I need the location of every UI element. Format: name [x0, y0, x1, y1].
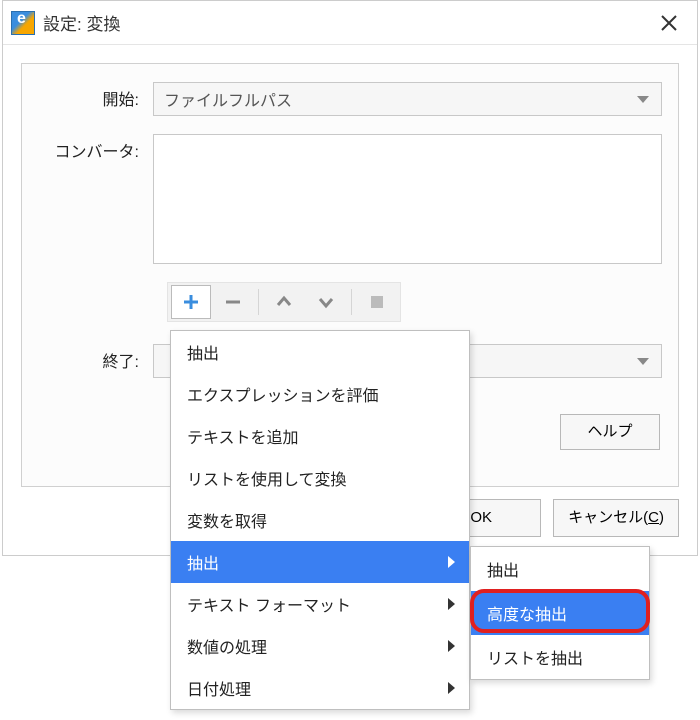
menu-item-label: 抽出: [187, 340, 219, 364]
titlebar: 設定: 変換: [3, 1, 697, 45]
window-title: 設定: 変換: [43, 10, 120, 35]
cancel-accelerator: C: [648, 509, 659, 526]
converter-label: コンバータ:: [38, 134, 153, 264]
help-button[interactable]: ヘルプ: [560, 414, 660, 450]
move-down-button[interactable]: [306, 285, 346, 319]
move-up-button[interactable]: [264, 285, 304, 319]
close-icon: [660, 14, 678, 32]
add-button[interactable]: [171, 285, 211, 319]
submenu-item-extract-list[interactable]: リストを抽出: [471, 635, 649, 679]
menu-item-label: 高度な抽出: [487, 601, 567, 625]
start-dropdown-value: ファイルフルパス: [164, 87, 292, 111]
plus-icon: [182, 293, 200, 311]
row-start: 開始: ファイルフルパス: [38, 82, 662, 116]
menu-item-date-processing[interactable]: 日付処理: [171, 667, 469, 709]
start-dropdown[interactable]: ファイルフルパス: [153, 82, 662, 116]
menu-item-label: テキストを追加: [187, 424, 299, 448]
menu-item-text-format[interactable]: テキスト フォーマット: [171, 583, 469, 625]
submenu-item-advanced-extract[interactable]: 高度な抽出: [471, 591, 649, 635]
menu-item-extract-submenu[interactable]: 抽出: [171, 541, 469, 583]
menu-item-label: テキスト フォーマット: [187, 592, 351, 616]
edit-icon: [368, 293, 386, 311]
menu-item-add-text[interactable]: テキストを追加: [171, 415, 469, 457]
menu-item-get-variable[interactable]: 変数を取得: [171, 499, 469, 541]
edit-button[interactable]: [357, 285, 397, 319]
menu-item-number-processing[interactable]: 数値の処理: [171, 625, 469, 667]
toolbar-separator: [351, 289, 352, 315]
row-converter: コンバータ:: [38, 134, 662, 264]
chevron-down-icon: [317, 293, 335, 311]
chevron-up-icon: [275, 293, 293, 311]
menu-item-label: 抽出: [487, 557, 519, 581]
submenu-item-extract[interactable]: 抽出: [471, 547, 649, 591]
menu-item-label: 日付処理: [187, 676, 251, 700]
converter-toolbar: [167, 282, 401, 322]
cancel-button[interactable]: キャンセル(C): [553, 499, 679, 537]
menu-item-eval-expression[interactable]: エクスプレッションを評価: [171, 373, 469, 415]
converter-textarea[interactable]: [153, 134, 662, 264]
menu-item-label: エクスプレッションを評価: [187, 382, 379, 406]
menu-item-label: 抽出: [187, 550, 219, 574]
app-icon: [11, 11, 35, 35]
menu-item-convert-with-list[interactable]: リストを使用して変換: [171, 457, 469, 499]
menu-item-extract[interactable]: 抽出: [171, 331, 469, 373]
toolbar-separator: [258, 289, 259, 315]
cancel-label-suffix: ): [659, 509, 664, 526]
minus-icon: [224, 293, 242, 311]
end-label: 終了:: [38, 344, 153, 378]
close-button[interactable]: [649, 3, 689, 43]
add-converter-menu: 抽出 エクスプレッションを評価 テキストを追加 リストを使用して変換 変数を取得…: [170, 330, 470, 710]
menu-item-label: リストを抽出: [487, 645, 583, 669]
menu-item-label: 数値の処理: [187, 634, 267, 658]
extract-submenu: 抽出 高度な抽出 リストを抽出: [470, 546, 650, 680]
menu-item-label: リストを使用して変換: [187, 466, 347, 490]
cancel-label-prefix: キャンセル(: [568, 509, 648, 526]
remove-button[interactable]: [213, 285, 253, 319]
menu-item-label: 変数を取得: [187, 508, 267, 532]
start-label: 開始:: [38, 82, 153, 116]
